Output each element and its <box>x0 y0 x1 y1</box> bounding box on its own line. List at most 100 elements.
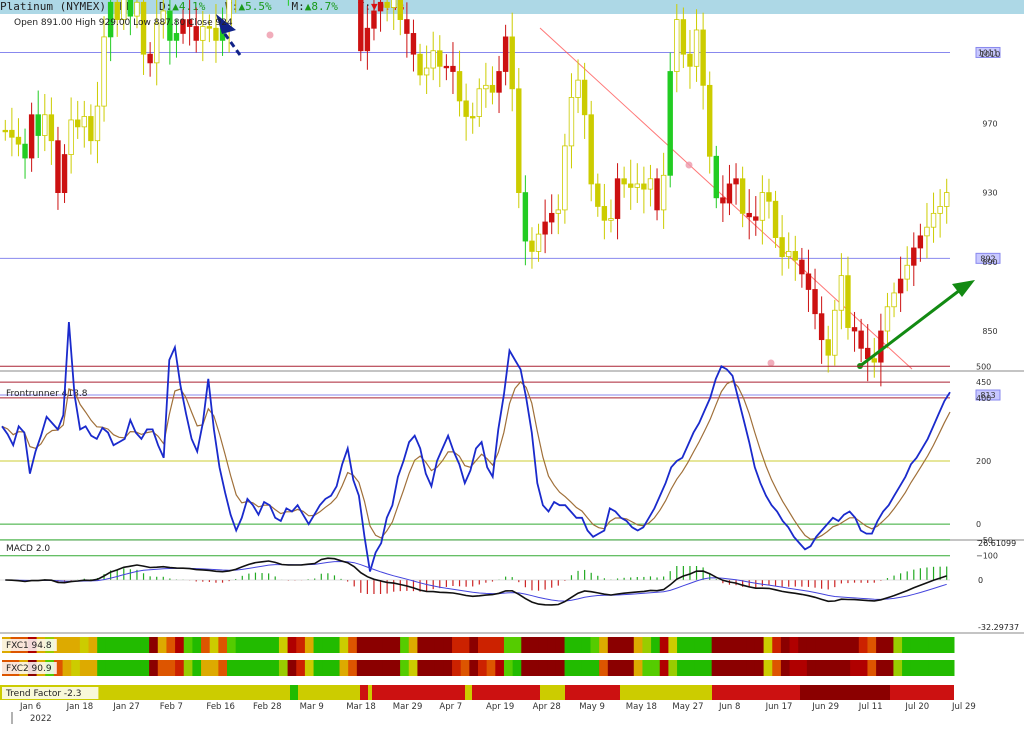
candle-body <box>9 129 15 138</box>
heatmap-cell <box>495 637 505 653</box>
heatmap-cell <box>123 637 133 653</box>
indicator-tick-label: 0 <box>976 520 981 529</box>
heatmap-cell <box>815 637 825 653</box>
indicator-tick-label: 500 <box>976 362 991 371</box>
heatmap-cell <box>884 637 894 653</box>
heatmap-cell <box>339 660 349 676</box>
heatmap-cell <box>521 660 531 676</box>
candle-body <box>114 1 120 20</box>
heatmap-cell <box>330 637 341 653</box>
candle-body <box>15 136 22 145</box>
heatmap-cell <box>465 685 472 700</box>
heatmap-cell <box>261 637 271 653</box>
heatmap-cell <box>841 637 851 653</box>
heatmap-cell <box>149 660 159 676</box>
heatmap-cell <box>668 660 678 676</box>
heatmap-cell <box>677 660 687 676</box>
candle-body <box>397 0 403 21</box>
heatmap-cell <box>131 660 141 676</box>
heatmap-cell <box>772 660 782 676</box>
heatmap-cell <box>754 660 765 676</box>
macd-tick-label: 26.61099 <box>978 539 1016 548</box>
heatmap-cell <box>565 685 620 700</box>
heatmap-cell <box>694 660 704 676</box>
candle-body <box>654 178 660 211</box>
x-axis-tick-label: Jan 18 <box>66 702 94 712</box>
heatmap-cell <box>356 637 366 653</box>
heatmap-cell <box>235 637 245 653</box>
heatmap-cell <box>540 685 565 700</box>
heatmap-cell <box>945 637 955 653</box>
heatmap-cell <box>616 660 626 676</box>
candle-body <box>377 1 384 12</box>
heatmap-cell <box>789 660 799 676</box>
heatmap-cell <box>538 637 548 653</box>
candle-body <box>516 88 522 194</box>
candle-body <box>858 330 864 349</box>
heatmap-cell <box>564 637 574 653</box>
candle-body <box>772 200 779 238</box>
heatmap-cell <box>555 637 566 653</box>
heatmap-cell <box>651 660 661 676</box>
heatmap-cell <box>876 637 886 653</box>
heatmap-cell <box>235 660 245 676</box>
candle-body <box>75 119 81 128</box>
candle-body <box>502 36 509 72</box>
heatmap-cell <box>218 637 228 653</box>
heatmap-cell <box>330 660 341 676</box>
candle-body <box>707 84 713 157</box>
candle-body <box>581 79 588 116</box>
heatmap-cell <box>417 660 427 676</box>
heatmap-cell <box>114 660 124 676</box>
x-axis-tick-label: Apr 7 <box>439 702 462 712</box>
candle-body <box>608 218 614 221</box>
candle-body <box>213 27 219 41</box>
heatmap-cell <box>478 660 488 676</box>
heatmap-cell <box>564 660 574 676</box>
heatmap-cell <box>261 660 271 676</box>
candle-body <box>937 206 943 214</box>
candle-body <box>35 114 41 136</box>
indicator-tick-label: 450 <box>976 378 991 387</box>
ohlc-readout: Open 891.00 High 929.00 Low 887.80 Close… <box>14 18 233 28</box>
heatmap-cell <box>746 660 756 676</box>
candle-body <box>542 221 548 235</box>
candle-body <box>88 116 94 142</box>
candle-body <box>779 237 785 258</box>
heatmap-cell <box>945 660 955 676</box>
candle-body <box>55 140 61 193</box>
candle-body <box>443 65 450 69</box>
heatmap-cell <box>192 660 202 676</box>
heatmap-cell <box>434 637 444 653</box>
heatmap-cell <box>599 660 609 676</box>
heatmap-cell <box>625 660 635 676</box>
candle-body <box>634 183 640 188</box>
candle-body <box>805 273 812 290</box>
heatmap-cell <box>391 660 401 676</box>
candle-body <box>509 36 515 90</box>
candle-body <box>766 192 772 202</box>
candle-body <box>154 22 160 64</box>
candle-body <box>483 84 489 90</box>
heatmap-cell <box>469 637 479 653</box>
indicator-tick-label: −100 <box>976 552 998 561</box>
candle-body <box>944 192 950 207</box>
candle-body <box>2 129 8 133</box>
heatmap-cell <box>660 685 712 700</box>
heatmap-cell <box>183 637 193 653</box>
heatmap-cell <box>703 637 713 653</box>
heatmap-cell <box>703 660 713 676</box>
x-axis-tick-label: Mar 29 <box>393 702 423 712</box>
heatmap-cell <box>244 660 254 676</box>
heatmap-cell <box>893 660 903 676</box>
heatmap-cell <box>512 637 522 653</box>
heatmap-cell <box>538 660 548 676</box>
candle-body <box>364 27 371 52</box>
heatmap-cell <box>763 660 773 676</box>
heatmap-cell <box>850 660 860 676</box>
candle-body <box>121 0 127 20</box>
heatmap-cell <box>183 660 193 676</box>
heatmap-cell <box>472 685 540 700</box>
heatmap-cell <box>478 637 488 653</box>
heatmap-cell <box>599 637 609 653</box>
